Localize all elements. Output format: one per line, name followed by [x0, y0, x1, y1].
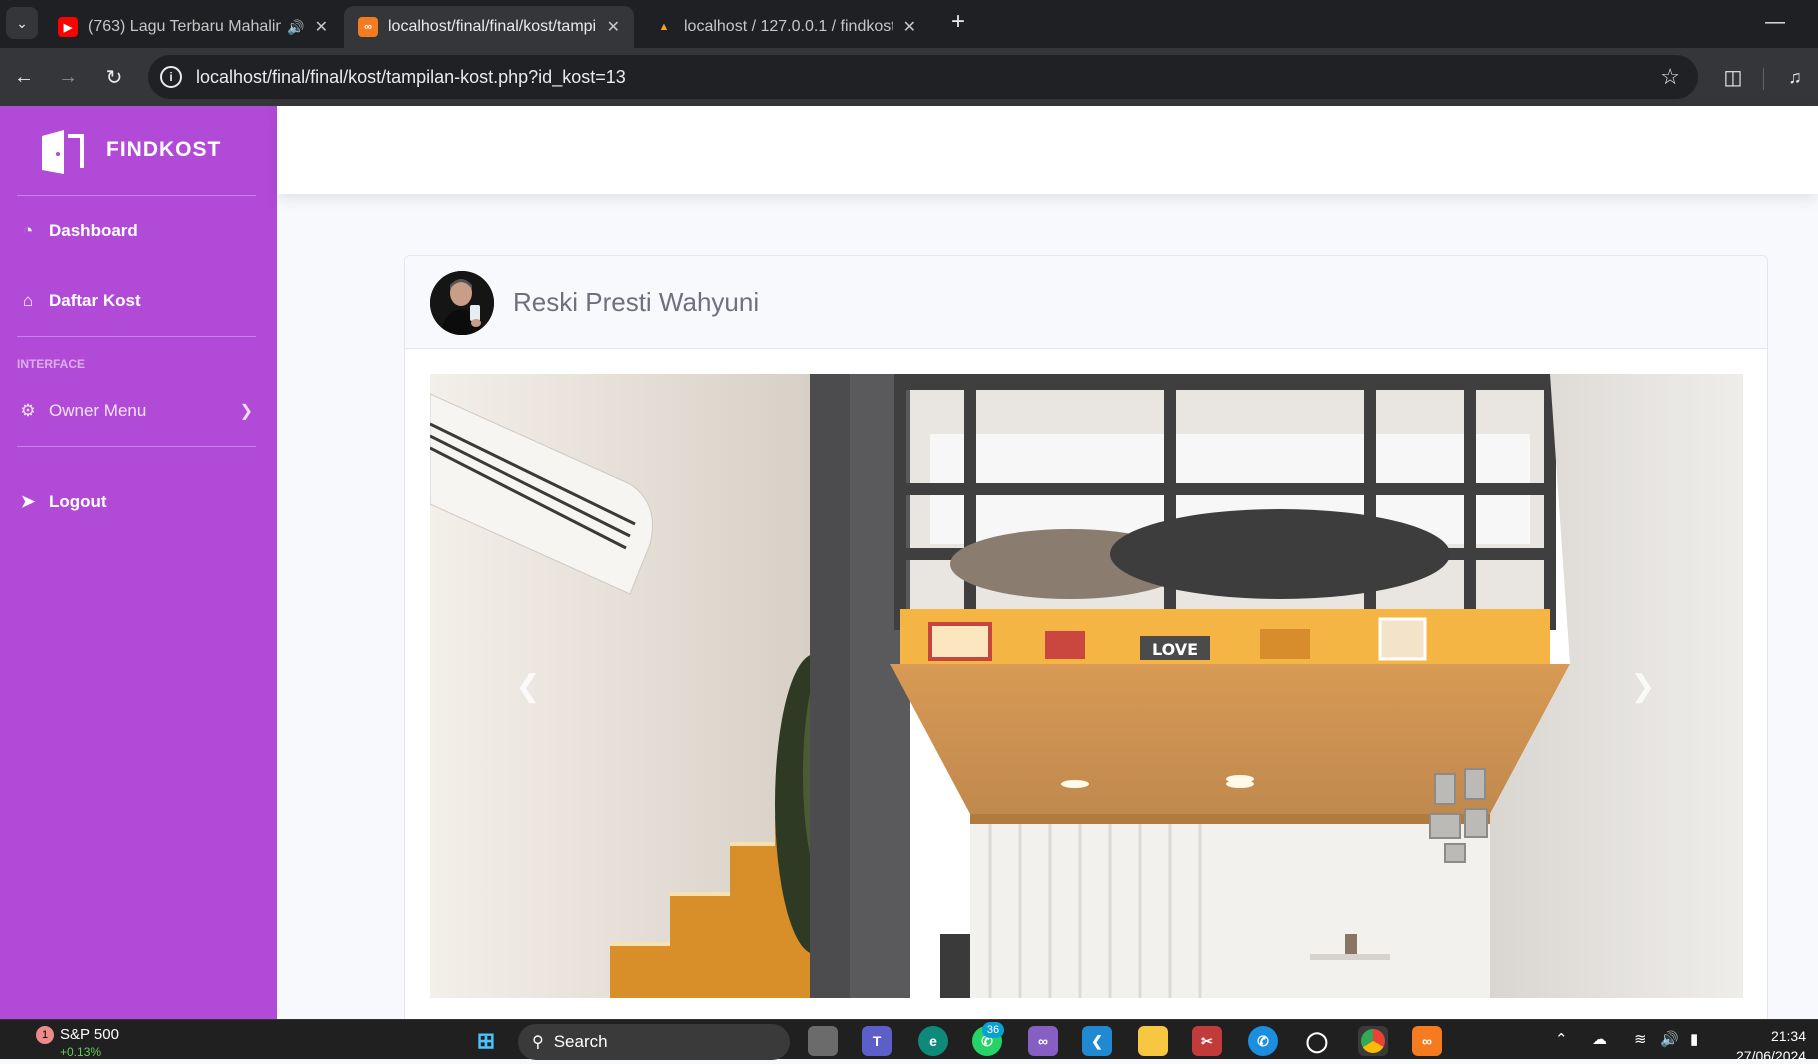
stock-badge: 1	[36, 1026, 54, 1044]
audio-icon[interactable]: 🔊	[287, 19, 304, 36]
search-icon: ⚲	[532, 1034, 544, 1051]
browser-tab-bar: ⌄ ▶ (763) Lagu Terbaru Mahalini 🔊 ✕ ∞ lo…	[0, 0, 1818, 48]
tab-search-button[interactable]: ⌄	[6, 7, 38, 39]
snipping-tool-icon[interactable]: ✂	[1192, 1026, 1222, 1056]
close-icon[interactable]: ✕	[903, 17, 916, 37]
sidebar-item-dashboard[interactable]: ◔ Dashboard	[0, 206, 277, 256]
topbar	[277, 106, 1818, 194]
edge-icon[interactable]: e	[918, 1026, 948, 1056]
media-control-icon[interactable]: ♫	[1780, 62, 1810, 92]
address-bar[interactable]: i localhost/final/final/kost/tampilan-ko…	[148, 55, 1698, 99]
wifi-icon[interactable]: ≋	[1634, 1030, 1647, 1048]
kost-room-image: LOVE	[430, 374, 1743, 998]
close-icon[interactable]: ✕	[607, 17, 620, 37]
sidebar-heading: INTERFACE	[17, 357, 86, 371]
tab-tampilan-kost[interactable]: ∞ localhost/final/final/kost/tampilan ✕	[344, 6, 634, 48]
kost-card: Reski Presti Wahyuni LOVE ❮ ❯	[404, 255, 1768, 1035]
xampp-icon[interactable]: ∞	[1412, 1026, 1442, 1056]
visual-studio-icon[interactable]: ∞	[1028, 1026, 1058, 1056]
carousel-next-button[interactable]: ❯	[1623, 664, 1663, 708]
windows-start-icon[interactable]: ⊞	[471, 1026, 501, 1056]
sidebar-item-owner-menu[interactable]: ⚙ Owner Menu ❯	[0, 386, 277, 436]
brand-name: FINDKOST	[106, 138, 222, 161]
card-header: Reski Presti Wahyuni	[405, 256, 1767, 349]
obs-icon[interactable]: ◯	[1302, 1026, 1332, 1056]
tab-phpmyadmin[interactable]: ▲ localhost / 127.0.0.1 / findkostt ✕	[640, 6, 930, 48]
youtube-icon: ▶	[58, 17, 78, 37]
tab-title: localhost / 127.0.0.1 / findkostt	[684, 18, 893, 35]
tab-title: (763) Lagu Terbaru Mahalini	[88, 18, 282, 35]
sidebar: FINDKOST ◔ Dashboard ⌂ Daftar Kost INTER…	[0, 106, 277, 1019]
sidebar-item-label: Dashboard	[49, 221, 138, 240]
minimize-button[interactable]: —	[1760, 10, 1790, 34]
task-view-icon[interactable]	[808, 1026, 838, 1056]
tab-title: localhost/final/final/kost/tampilan	[388, 18, 597, 35]
sidebar-item-label: Logout	[49, 492, 107, 511]
teams-icon[interactable]: T	[862, 1026, 892, 1056]
url-text: localhost/final/final/kost/tampilan-kost…	[196, 66, 626, 87]
volume-icon[interactable]: 🔊	[1660, 1030, 1679, 1048]
vscode-icon[interactable]: ❮	[1082, 1026, 1112, 1056]
toolbar-divider	[1763, 68, 1764, 90]
chrome-icon[interactable]	[1358, 1026, 1388, 1056]
kost-image-carousel[interactable]: LOVE ❮ ❯	[430, 374, 1743, 998]
sidebar-item-daftar-kost[interactable]: ⌂ Daftar Kost	[0, 276, 277, 326]
phone-icon[interactable]: ✆	[1248, 1026, 1278, 1056]
image-love-sign: LOVE	[1152, 640, 1198, 659]
onedrive-icon[interactable]: ☁	[1592, 1030, 1607, 1048]
xampp-icon: ∞	[358, 17, 378, 37]
sidebar-divider	[17, 446, 256, 447]
sidebar-divider	[17, 336, 256, 337]
tab-youtube[interactable]: ▶ (763) Lagu Terbaru Mahalini 🔊 ✕	[44, 6, 342, 48]
gear-icon: ⚙	[20, 401, 36, 420]
clock-date: 27/06/2024	[1736, 1048, 1807, 1064]
sidebar-divider	[17, 195, 256, 196]
file-explorer-icon[interactable]	[1138, 1026, 1168, 1056]
home-icon: ⌂	[22, 291, 34, 310]
sidebar-item-label: Daftar Kost	[49, 291, 141, 310]
tray-chevron-icon[interactable]: ⌃	[1555, 1030, 1568, 1048]
stock-change: +0.13%	[60, 1045, 102, 1059]
door-logo-icon	[42, 130, 84, 174]
site-info-icon[interactable]: i	[160, 66, 182, 88]
phpmyadmin-icon: ▲	[658, 21, 670, 33]
carousel-prev-button[interactable]: ❮	[508, 664, 548, 708]
sidebar-item-logout[interactable]: ➤ Logout	[0, 477, 277, 527]
bookmark-star-icon[interactable]: ☆	[1660, 64, 1680, 90]
sidebar-item-label: Owner Menu	[49, 401, 147, 420]
back-button[interactable]: ←	[8, 61, 40, 93]
close-icon[interactable]: ✕	[315, 17, 328, 37]
dashboard-icon: ◔	[22, 221, 34, 240]
clock-time: 21:34	[1770, 1028, 1806, 1044]
windows-taskbar: S&P 500 +0.13% 1 ⊞ ⚲ Search T e ✆ 36 ∞ ❮…	[0, 1019, 1818, 1064]
search-label: Search	[553, 1032, 608, 1051]
extensions-icon[interactable]: ◫	[1718, 62, 1748, 92]
brand[interactable]: FINDKOST	[0, 106, 277, 194]
browser-toolbar: ← → ↻ i localhost/final/final/kost/tampi…	[0, 48, 1818, 106]
taskbar-search[interactable]: ⚲ Search	[518, 1024, 790, 1060]
reload-button[interactable]: ↻	[98, 61, 130, 93]
new-tab-button[interactable]: +	[944, 8, 972, 36]
stock-name: S&P 500	[60, 1026, 119, 1043]
avatar	[430, 271, 494, 335]
owner-name: Reski Presti Wahyuni	[513, 287, 760, 317]
logout-icon: ➤	[20, 492, 36, 511]
whatsapp-badge: 36	[982, 1022, 1004, 1038]
battery-icon[interactable]: ▮	[1690, 1030, 1698, 1048]
forward-button[interactable]: →	[52, 61, 84, 93]
chevron-right-icon: ❯	[239, 403, 253, 420]
